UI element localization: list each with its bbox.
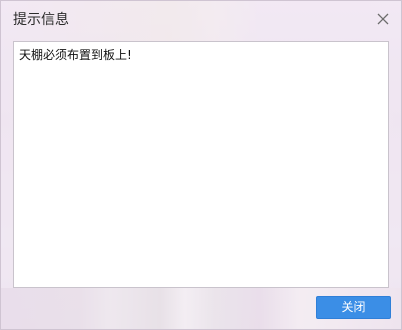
message-textarea[interactable]: 天棚必须布置到板上! [13,41,389,288]
info-dialog: 提示信息 天棚必须布置到板上! 关闭 [0,0,402,330]
close-icon[interactable] [373,9,393,29]
close-button[interactable]: 关闭 [316,296,391,319]
message-text: 天棚必须布置到板上! [19,48,132,62]
dialog-title: 提示信息 [13,12,69,28]
